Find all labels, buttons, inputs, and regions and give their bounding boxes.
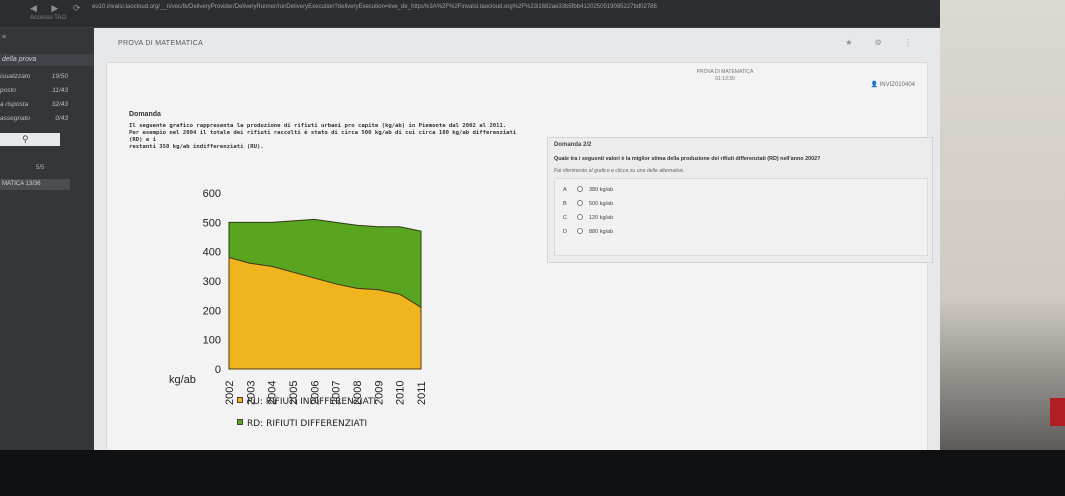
browser-tab[interactable]: Accesso TAO — [30, 15, 66, 21]
option-letter: C — [563, 215, 567, 221]
section-counter: 5/5 — [36, 165, 45, 171]
legend-rd: RD: RIFIUTI DIFFERENZIATI — [237, 419, 367, 429]
radio-button[interactable] — [577, 214, 583, 220]
legend-ru: RU: RIFIUTI INDIFFERENZIATI — [237, 397, 376, 407]
option-letter: B — [563, 201, 567, 207]
status-row-unanswered: a risposta 32/43 — [0, 101, 94, 108]
y-tick-label: 300 — [203, 276, 221, 288]
question-label: Domanda — [129, 111, 161, 118]
status-row-answered: posto 11/43 — [0, 87, 94, 94]
user-button[interactable]: 👤 INVIZ010404 — [870, 81, 915, 88]
user-icon: 👤 — [870, 82, 878, 88]
x-tick-label: 2010 — [395, 381, 407, 405]
status-label: a risposta — [0, 101, 29, 108]
test-meta: PROVA DI MATEMATICA 01:13:30 — [695, 69, 755, 83]
y-tick-label: 200 — [203, 305, 221, 317]
status-value: 32/43 — [51, 101, 68, 108]
menu-icon[interactable]: ≡ — [2, 34, 6, 41]
y-tick-label: 0 — [215, 364, 221, 376]
question-number: Domanda 2/2 — [554, 142, 592, 148]
area-chart: 0100200300400500600kg/ab2002 2003 2004 2005… — [169, 188, 428, 405]
y-axis-label: kg/ab — [169, 374, 196, 386]
legend-swatch — [237, 397, 243, 403]
radio-button[interactable] — [577, 186, 583, 192]
search-button[interactable]: ⚲ — [0, 133, 60, 146]
y-tick-label: 600 — [203, 188, 221, 200]
section-item[interactable]: MATICA 13/36 — [0, 179, 70, 190]
status-row-flagged: assegnato 0/43 — [0, 115, 94, 122]
option-text: 880 kg/ab — [589, 229, 614, 235]
browser-nav-icons[interactable]: ◀ ▶ ⟳ — [30, 3, 86, 14]
address-bar[interactable]: eu10.invalsi.taocloud.org/__n/vec/tk/Del… — [92, 4, 657, 10]
left-panel: ≡ della prova isualizzato 19/50 posto 11… — [0, 28, 94, 496]
test-meta-title: PROVA DI MATEMATICA — [696, 69, 754, 75]
status-label: posto — [0, 87, 16, 94]
browser-chrome: ◀ ▶ ⟳ eu10.invalsi.taocloud.org/__n/vec/… — [0, 0, 1065, 28]
x-tick-label: 2011 — [416, 381, 428, 405]
options-list: A 380 kg/ab B 500 kg/ab C 120 kg/ab D 88… — [554, 178, 928, 256]
radio-button[interactable] — [577, 228, 583, 234]
question-text: Quale tra i seguenti valori è la miglior… — [554, 156, 821, 162]
question-instruction: Fai riferimento al grafico e clicca su u… — [554, 168, 685, 174]
answer-panel: Domanda 2/2 Quale tra i seguenti valori … — [547, 137, 933, 263]
window-controls[interactable]: ★ ⚙ ⋮ — [845, 38, 922, 47]
background-wall — [940, 0, 1065, 496]
panel-header: della prova — [0, 54, 94, 66]
status-label: isualizzato — [0, 73, 31, 80]
option-letter: A — [563, 187, 567, 193]
legend-swatch — [237, 419, 243, 425]
status-value: 19/50 — [51, 73, 68, 80]
legend-label: RD: RIFIUTI DIFFERENZIATI — [247, 419, 368, 429]
status-row-viewed: isualizzato 19/50 — [0, 73, 94, 80]
monitor-bezel — [0, 450, 1065, 496]
status-label: assegnato — [0, 115, 30, 122]
option-text: 380 kg/ab — [589, 187, 614, 193]
app-title: PROVA DI MATEMATICA — [118, 40, 204, 47]
legend-label: RU: RIFIUTI INDIFFERENZIATI — [247, 397, 377, 407]
question-stem: Il seguente grafico rappresenta la produ… — [129, 123, 529, 151]
stem-line: restanti 350 kg/ab indifferenziati (RU). — [129, 144, 264, 150]
radio-button[interactable] — [577, 200, 583, 206]
search-icon: ⚲ — [22, 134, 29, 144]
y-tick-label: 500 — [203, 217, 221, 229]
y-tick-label: 400 — [203, 247, 221, 259]
stem-line: Per esempio nel 2004 il totale dei rifiu… — [129, 130, 517, 143]
red-object — [1050, 398, 1065, 426]
status-value: 11/43 — [52, 87, 68, 94]
y-tick-label: 100 — [203, 335, 221, 347]
test-app: PROVA DI MATEMATICA ★ ⚙ ⋮ PROVA DI MATEM… — [94, 28, 940, 496]
option-text: 500 kg/ab — [589, 201, 614, 207]
option-letter: D — [563, 229, 567, 235]
user-id: INVIZ010404 — [879, 82, 915, 88]
x-tick-label: 2002 — [224, 381, 236, 405]
status-value: 0/43 — [55, 115, 68, 122]
stem-line: Il seguente grafico rappresenta la produ… — [129, 123, 507, 129]
question-area: PROVA DI MATEMATICA 01:13:30 👤 INVIZ0104… — [106, 62, 933, 482]
option-text: 120 kg/ab — [589, 215, 614, 221]
timer: 01:13:30 — [715, 76, 735, 82]
